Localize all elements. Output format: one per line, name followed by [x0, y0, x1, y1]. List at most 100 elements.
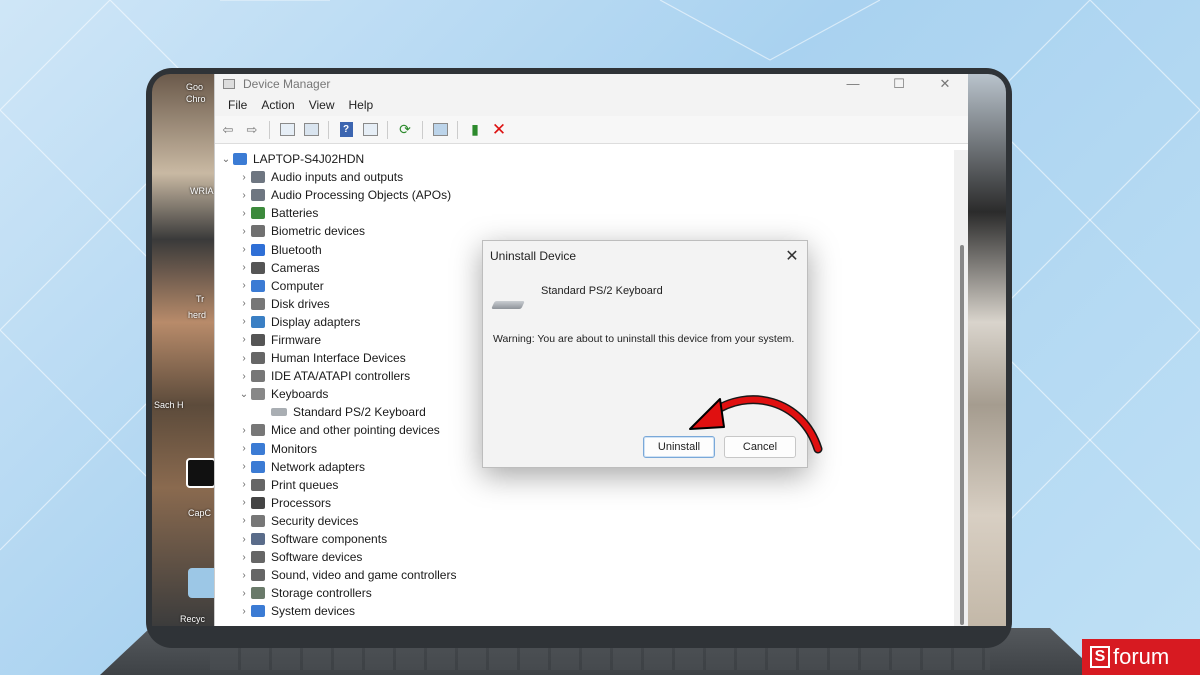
dialog-device-name: Standard PS/2 Keyboard: [541, 285, 663, 297]
expand-chevron-icon[interactable]: ›: [237, 280, 251, 291]
tree-item-label: Computer: [271, 278, 324, 293]
device-category-icon: [251, 225, 265, 238]
device-category-icon: [251, 297, 265, 310]
uninstall-device-icon[interactable]: ✕: [490, 120, 508, 139]
properties-icon[interactable]: [302, 121, 320, 139]
forward-arrow-icon[interactable]: ⇨: [243, 121, 261, 139]
expand-chevron-icon[interactable]: ›: [237, 334, 251, 345]
desktop-icon-label: WRIA: [190, 186, 214, 196]
maximize-button[interactable]: ☐: [876, 76, 922, 92]
title-bar[interactable]: Device Manager — ☐ ✕: [215, 74, 968, 94]
vertical-scrollbar[interactable]: [954, 150, 968, 626]
tree-item-label: Processors: [271, 495, 332, 510]
expand-chevron-icon[interactable]: ›: [237, 588, 251, 599]
update-driver-icon[interactable]: ⟳: [396, 121, 414, 139]
close-button[interactable]: ✕: [922, 76, 968, 92]
tree-root-node[interactable]: ⌄ LAPTOP-S4J02HDN: [215, 150, 955, 168]
menu-help[interactable]: Help: [342, 98, 381, 112]
tree-category-item[interactable]: › Processors: [215, 494, 955, 512]
tree-item-label: Firmware: [271, 332, 321, 347]
expand-chevron-icon[interactable]: ›: [237, 515, 251, 526]
device-category-icon: [251, 551, 265, 564]
toolbar-separator: [328, 120, 329, 139]
tree-item-label: Software components: [271, 532, 388, 547]
expand-chevron-icon[interactable]: ›: [237, 461, 251, 472]
tree-item-label: Cameras: [271, 260, 320, 275]
tree-item-label: Print queues: [271, 477, 339, 492]
desktop-icon-label: herd: [188, 310, 207, 320]
dialog-title: Uninstall Device: [490, 249, 577, 263]
window-title: Device Manager: [243, 77, 331, 91]
add-driver-icon[interactable]: ▮: [466, 121, 484, 139]
view-icon[interactable]: [361, 121, 379, 139]
sforum-logo-text: forum: [1113, 644, 1170, 669]
device-category-icon: [251, 333, 265, 346]
tree-category-item[interactable]: › Security devices: [215, 512, 955, 530]
desktop-icon-label: Goo: [186, 82, 204, 92]
expand-chevron-icon[interactable]: ›: [237, 353, 251, 364]
show-hide-console-tree-icon[interactable]: [278, 121, 296, 139]
expand-chevron-icon[interactable]: ›: [237, 497, 251, 508]
collapse-chevron-icon[interactable]: ⌄: [219, 154, 233, 165]
tree-item-label: Software devices: [271, 550, 363, 565]
device-category-icon: [251, 496, 265, 509]
sforum-logo-letter: S: [1090, 646, 1110, 668]
device-category-icon: [251, 460, 265, 473]
expand-chevron-icon[interactable]: ›: [237, 226, 251, 237]
capcut-icon[interactable]: [186, 458, 216, 488]
desktop-icon-label: Tr: [196, 294, 205, 304]
tree-category-item[interactable]: › System devices: [215, 602, 955, 620]
desktop-icon-label: Recyc: [180, 614, 206, 624]
tree-category-item[interactable]: › Biometric devices: [215, 222, 955, 240]
device-category-icon: [251, 207, 265, 220]
tree-item-label: Monitors: [271, 441, 318, 456]
tree-category-item[interactable]: › Software devices: [215, 548, 955, 566]
device-category-icon: [251, 370, 265, 383]
keyboard-icon: [491, 301, 525, 309]
tree-item-label: Keyboards: [271, 387, 329, 402]
minimize-button[interactable]: —: [830, 76, 876, 92]
collapse-chevron-icon[interactable]: ⌄: [237, 389, 251, 400]
toolbar-separator: [422, 120, 423, 139]
desktop-wallpaper-left: Goo Chro WRIA Tr herd Sach H CapC Recyc: [152, 74, 218, 626]
expand-chevron-icon[interactable]: ›: [237, 262, 251, 273]
expand-chevron-icon[interactable]: ›: [237, 570, 251, 581]
help-icon[interactable]: ?: [337, 121, 355, 139]
expand-chevron-icon[interactable]: ›: [237, 534, 251, 545]
expand-chevron-icon[interactable]: ›: [237, 606, 251, 617]
tree-category-item[interactable]: › Sound, video and game controllers: [215, 566, 955, 584]
dialog-close-icon[interactable]: ✕: [777, 246, 807, 266]
tree-category-item[interactable]: › Software components: [215, 530, 955, 548]
red-annotation-arrow: [689, 395, 823, 454]
expand-chevron-icon[interactable]: ›: [237, 552, 251, 563]
toolbar-separator: [387, 120, 388, 139]
tree-item-label: Storage controllers: [271, 586, 372, 601]
tree-category-item[interactable]: › Print queues: [215, 476, 955, 494]
expand-chevron-icon[interactable]: ›: [237, 298, 251, 309]
back-arrow-icon[interactable]: ⇦: [219, 121, 237, 139]
tree-category-item[interactable]: › Audio Processing Objects (APOs): [215, 186, 955, 204]
expand-chevron-icon[interactable]: ›: [237, 371, 251, 382]
expand-chevron-icon[interactable]: ›: [237, 208, 251, 219]
expand-chevron-icon[interactable]: ›: [237, 443, 251, 454]
tree-item-label: System devices: [271, 604, 356, 619]
menu-file[interactable]: File: [221, 98, 254, 112]
device-category-icon: [251, 587, 265, 600]
menu-action[interactable]: Action: [254, 98, 301, 112]
expand-chevron-icon[interactable]: ›: [237, 190, 251, 201]
tree-item-label: Human Interface Devices: [271, 351, 406, 366]
menu-bar: File Action View Help: [215, 94, 968, 116]
tree-category-item[interactable]: › Audio inputs and outputs: [215, 168, 955, 186]
tree-category-item[interactable]: › Storage controllers: [215, 584, 955, 602]
menu-view[interactable]: View: [302, 98, 342, 112]
expand-chevron-icon[interactable]: ›: [237, 479, 251, 490]
scan-hardware-monitor-icon[interactable]: [431, 121, 449, 139]
expand-chevron-icon[interactable]: ›: [237, 172, 251, 183]
tree-category-item[interactable]: › Batteries: [215, 204, 955, 222]
toolbar: ⇦ ⇨ ? ⟳ ▮ ✕: [215, 116, 968, 144]
expand-chevron-icon[interactable]: ›: [237, 425, 251, 436]
expand-chevron-icon[interactable]: ›: [237, 244, 251, 255]
scrollbar-thumb[interactable]: [960, 245, 964, 625]
expand-chevron-icon[interactable]: ›: [237, 316, 251, 327]
dialog-device-info: Standard PS/2 Keyboard: [491, 285, 663, 309]
